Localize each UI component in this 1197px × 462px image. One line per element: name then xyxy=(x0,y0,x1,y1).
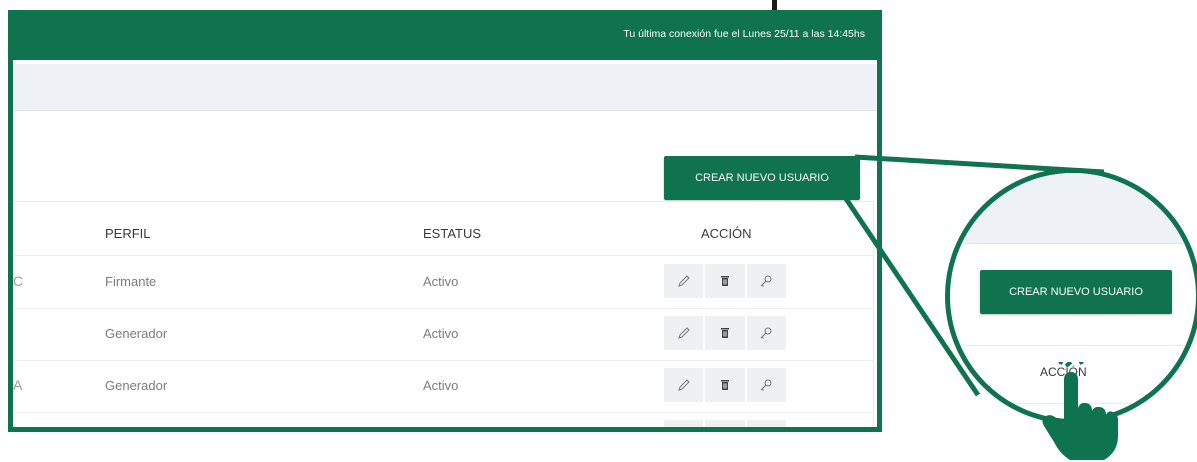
zoom-subheader-band xyxy=(950,173,1196,244)
zoom-divider xyxy=(950,345,1196,346)
pencil-icon xyxy=(677,327,690,339)
zoom-create-user-button[interactable]: CREAR NUEVO USUARIO xyxy=(980,270,1172,314)
truncated-name: A xyxy=(13,377,23,393)
edit-button[interactable] xyxy=(664,264,704,298)
perfil-cell: Firmante xyxy=(105,274,157,289)
pointer-tick xyxy=(772,0,777,10)
pencil-icon xyxy=(677,275,690,287)
table-header: PERFIL ESTATUS ACCIÓN xyxy=(13,202,873,256)
delete-button[interactable] xyxy=(705,264,745,298)
column-perfil: PERFIL xyxy=(105,226,151,241)
delete-button[interactable] xyxy=(705,316,745,350)
column-accion: ACCIÓN xyxy=(701,226,752,241)
top-bar: Tu última conexión fue el Lunes 25/11 a … xyxy=(13,10,877,60)
edit-button[interactable] xyxy=(664,316,704,350)
password-button[interactable] xyxy=(746,264,786,298)
estatus-cell: Activo xyxy=(423,378,459,393)
perfil-cell: Generador xyxy=(105,326,168,341)
edit-button[interactable] xyxy=(664,368,704,402)
row-actions xyxy=(664,316,788,350)
table-row: A Generador Activo xyxy=(13,360,873,413)
perfil-cell: Generador xyxy=(105,378,168,393)
row-actions xyxy=(664,368,788,402)
users-table: PERFIL ESTATUS ACCIÓN C Firmante Activo xyxy=(13,201,874,427)
last-login-text: Tu última conexión fue el Lunes 25/11 a … xyxy=(623,28,865,40)
key-icon xyxy=(760,379,772,391)
delete-button[interactable] xyxy=(705,368,745,402)
pointing-hand-icon xyxy=(1042,362,1118,460)
row-actions xyxy=(664,264,788,298)
create-user-button[interactable]: CREAR NUEVO USUARIO xyxy=(664,156,860,200)
pencil-icon xyxy=(677,379,690,391)
delete-button[interactable] xyxy=(705,420,745,427)
column-estatus: ESTATUS xyxy=(423,226,482,241)
trash-icon xyxy=(720,380,729,390)
key-icon xyxy=(760,327,772,339)
password-button[interactable] xyxy=(746,316,786,350)
edit-button[interactable] xyxy=(664,420,704,427)
subheader-band xyxy=(13,64,877,111)
table-row: Generador Activo xyxy=(13,308,873,361)
table-row: C Firmante Activo xyxy=(13,256,873,309)
estatus-cell: Activo xyxy=(423,274,459,289)
estatus-cell: Activo xyxy=(423,326,459,341)
password-button[interactable] xyxy=(746,420,786,427)
trash-icon xyxy=(720,328,729,338)
app-screenshot: Tu última conexión fue el Lunes 25/11 a … xyxy=(8,10,882,432)
key-icon xyxy=(760,275,772,287)
table-row-partial xyxy=(13,412,873,427)
trash-icon xyxy=(720,276,729,286)
password-button[interactable] xyxy=(746,368,786,402)
truncated-name: C xyxy=(13,273,24,289)
row-actions xyxy=(664,420,788,427)
